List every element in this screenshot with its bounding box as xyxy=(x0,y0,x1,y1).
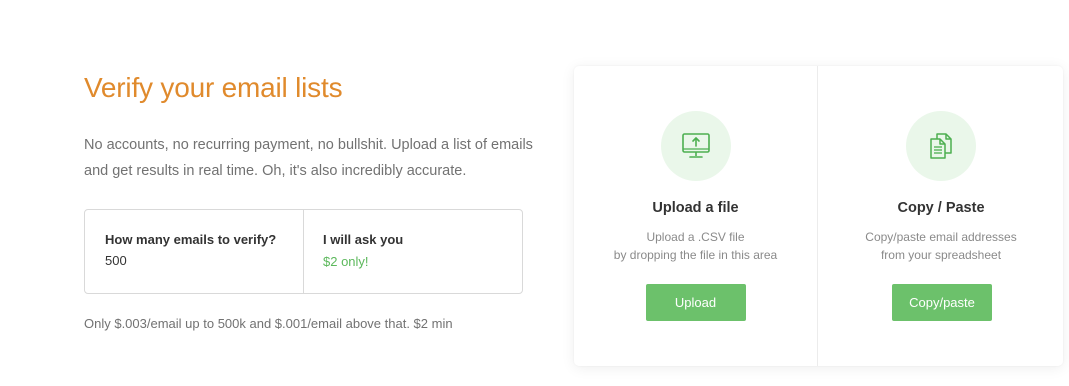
price-value: $2 only! xyxy=(323,254,369,269)
upload-card: Upload a file Upload a .CSV file by drop… xyxy=(574,66,1063,366)
upload-button[interactable]: Upload xyxy=(645,284,746,321)
copy-paste-button[interactable]: Copy/paste xyxy=(892,284,992,321)
upload-description: Upload a .CSV file by dropping the file … xyxy=(574,228,817,264)
upload-icon-circle xyxy=(660,111,731,181)
page-title: Verify your email lists xyxy=(84,72,343,103)
paste-description: Copy/paste email addresses from your spr… xyxy=(818,228,1064,264)
pricing-note: Only $.003/email up to 500k and $.001/em… xyxy=(84,316,453,331)
price-label: I will ask you xyxy=(323,232,404,247)
paste-title: Copy / Paste xyxy=(897,200,985,216)
upload-title: Upload a file xyxy=(652,200,739,216)
paste-desc-line2: from your spreadsheet xyxy=(880,248,1002,262)
price-cell: I will ask you $2 only! xyxy=(304,210,522,293)
paste-panel: Copy / Paste Copy/paste email addresses … xyxy=(818,66,1064,366)
monitor-upload-icon xyxy=(681,133,710,158)
email-count-cell[interactable]: How many emails to verify? xyxy=(85,210,304,293)
copy-documents-icon xyxy=(930,133,952,159)
paste-desc-line1: Copy/paste email addresses xyxy=(865,230,1017,244)
paste-icon-circle xyxy=(906,111,976,181)
upload-dropzone[interactable]: Upload a file Upload a .CSV file by drop… xyxy=(574,66,818,366)
price-calculator: How many emails to verify? I will ask yo… xyxy=(84,209,523,294)
upload-desc-line1: Upload a .CSV file xyxy=(646,230,745,244)
upload-desc-line2: by dropping the file in this area xyxy=(613,248,778,262)
email-count-input[interactable] xyxy=(105,253,285,268)
intro-description: No accounts, no recurring payment, no bu… xyxy=(84,137,533,179)
email-count-label: How many emails to verify? xyxy=(105,232,277,247)
